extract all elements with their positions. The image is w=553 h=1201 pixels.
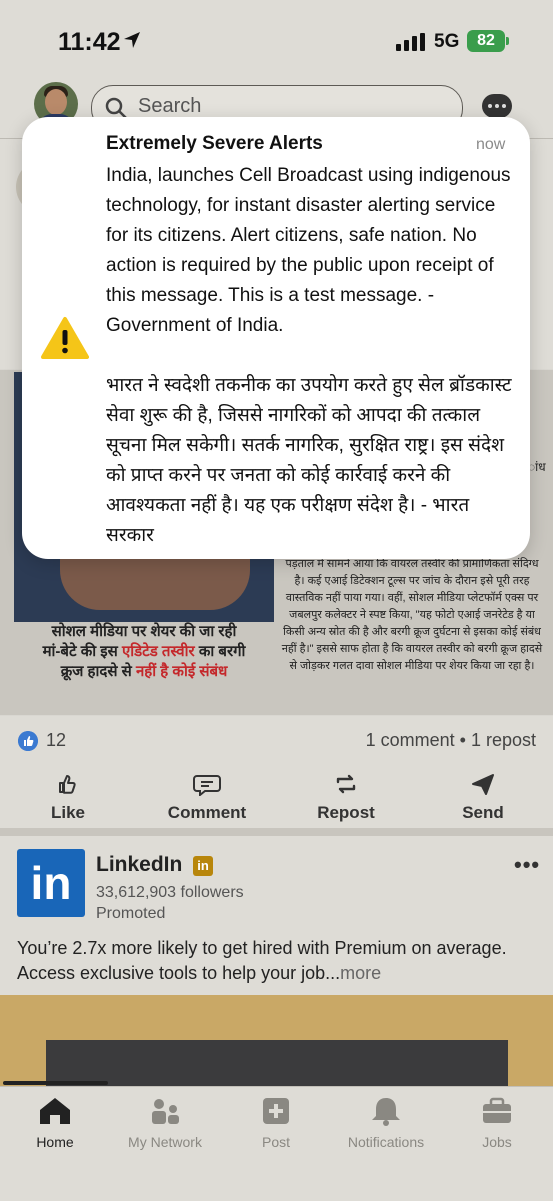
bell-icon	[372, 1098, 400, 1126]
battery-icon: 82	[467, 30, 505, 52]
nav-post[interactable]: Post	[221, 1134, 331, 1150]
feed-separator	[0, 828, 553, 836]
post-image-right-fragment: ांध	[528, 460, 546, 474]
comment-button[interactable]: Comment	[147, 803, 267, 823]
premium-badge-icon: in	[193, 856, 213, 876]
home-icon	[40, 1098, 70, 1124]
post-image-caption: सोशल मीडिया पर शेयर की जा रही मां-बेटे क…	[42, 623, 246, 680]
alert-title: Extremely Severe Alerts	[106, 133, 323, 154]
messaging-icon[interactable]	[482, 94, 512, 118]
ad-promoted-label: Promoted	[96, 905, 166, 922]
location-arrow-icon	[124, 32, 140, 48]
like-icon	[59, 775, 76, 794]
briefcase-icon	[483, 1097, 511, 1123]
linkedin-logo[interactable]: in	[17, 849, 85, 917]
post-icon	[263, 1098, 289, 1124]
comments-reposts-count[interactable]: 1 comment • 1 repost	[300, 730, 536, 751]
alert-body: India, launches Cell Broadcast using ind…	[106, 161, 516, 551]
post-image-right-text: पड़ताल में सामने आया कि वायरल तस्वीर की …	[281, 558, 543, 672]
nav-notifications[interactable]: Notifications	[331, 1134, 441, 1150]
warning-icon	[41, 317, 89, 359]
alert-body-english: India, launches Cell Broadcast using ind…	[106, 165, 511, 336]
reaction-count[interactable]: 12	[46, 730, 66, 751]
repost-button[interactable]: Repost	[286, 803, 406, 823]
repost-icon	[336, 774, 356, 794]
home-indicator	[3, 1081, 108, 1085]
nav-home[interactable]: Home	[0, 1134, 110, 1150]
send-button[interactable]: Send	[423, 803, 543, 823]
comment-icon	[193, 775, 221, 796]
see-more-link[interactable]: more	[340, 963, 381, 983]
like-reaction-icon[interactable]	[18, 731, 38, 751]
ad-description: You’re 2.7x more likely to get hired wit…	[17, 938, 507, 983]
network-type: 5G	[434, 31, 460, 52]
like-button[interactable]: Like	[8, 803, 128, 823]
ad-company-name[interactable]: LinkedIn	[96, 853, 182, 877]
nav-jobs[interactable]: Jobs	[442, 1134, 552, 1150]
my-network-icon	[152, 1099, 179, 1124]
battery-tip	[506, 37, 509, 45]
search-placeholder: Search	[138, 95, 202, 117]
signal-icon	[396, 33, 425, 51]
more-options-icon[interactable]: •••	[514, 852, 540, 878]
alert-time: now	[476, 136, 506, 153]
send-icon	[472, 774, 494, 795]
nav-my-network[interactable]: My Network	[110, 1134, 220, 1150]
alert-body-hindi: भारत ने स्वदेशी तकनीक का उपयोग करते हुए …	[106, 375, 512, 546]
ad-followers: 33,612,903 followers	[96, 884, 244, 901]
status-time: 11:42	[58, 28, 121, 56]
